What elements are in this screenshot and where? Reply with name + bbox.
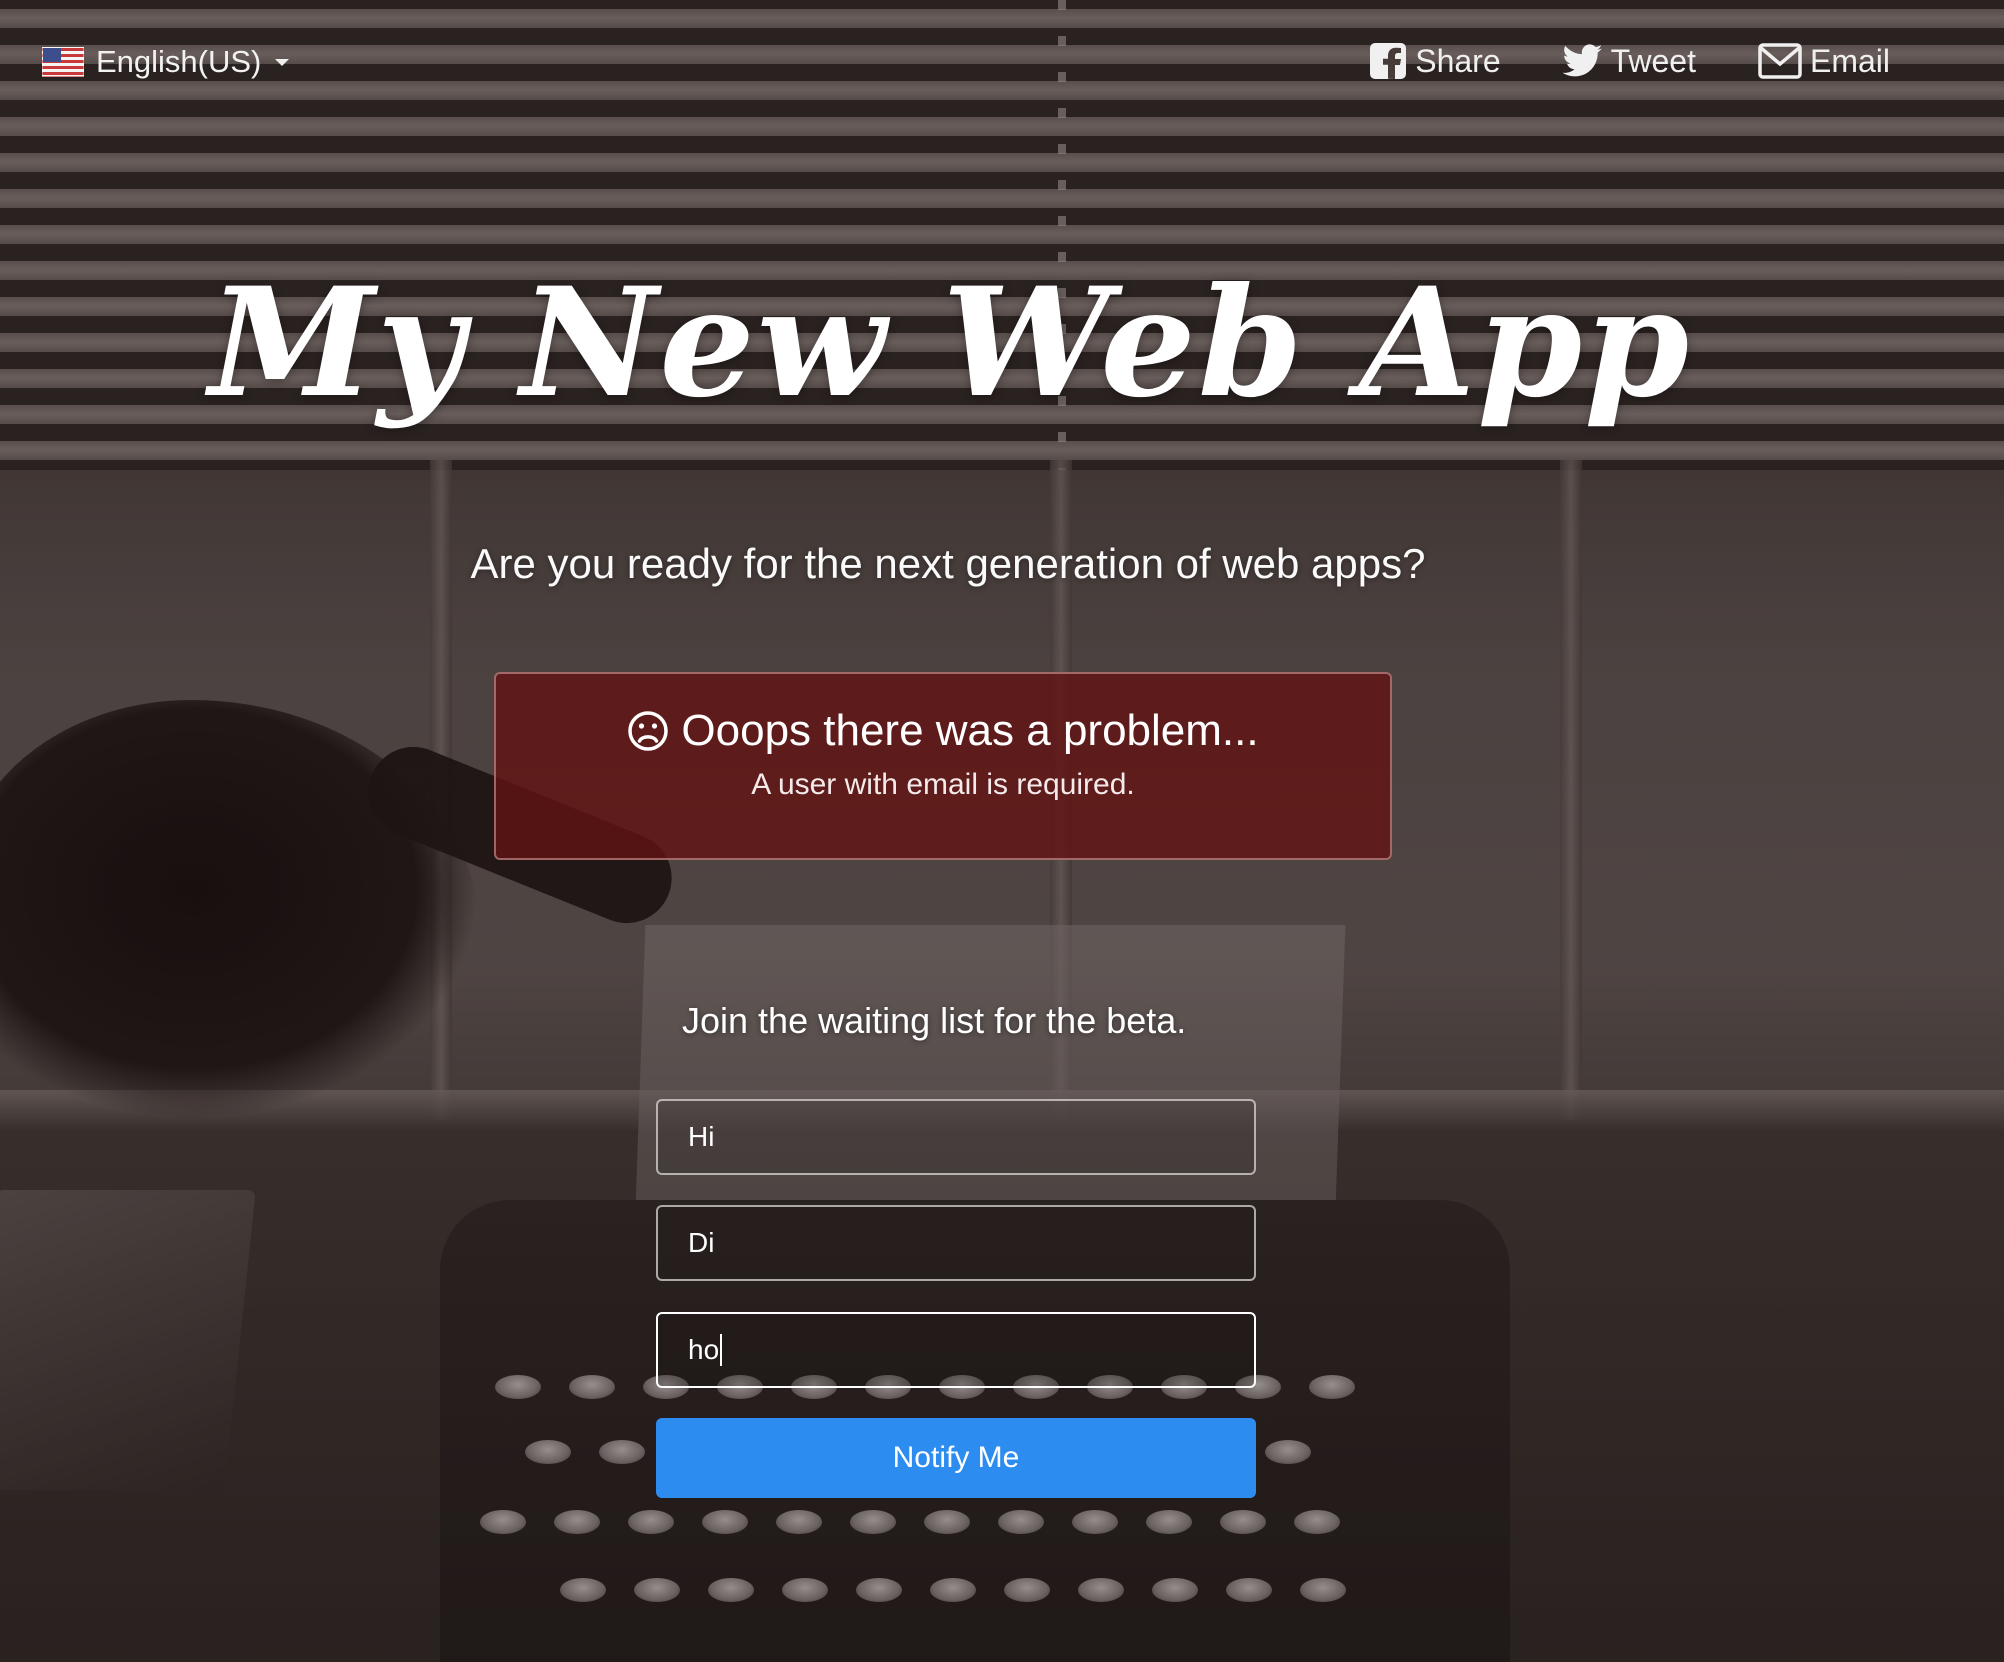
sad-face-icon — [628, 711, 669, 751]
email-label: Email — [1809, 42, 1890, 79]
language-label: English(US) — [96, 44, 262, 79]
notify-me-button[interactable]: Notify Me — [656, 1418, 1256, 1498]
alert-title: Ooops there was a problem... — [681, 706, 1259, 755]
tweet-label: Tweet — [1610, 42, 1696, 79]
twitter-icon — [1562, 44, 1602, 77]
facebook-icon — [1370, 43, 1407, 79]
share-twitter-link[interactable]: Tweet — [1562, 42, 1696, 80]
first-name-input[interactable] — [656, 1099, 1256, 1175]
envelope-icon — [1758, 43, 1802, 79]
share-email-link[interactable]: Email — [1758, 42, 1890, 80]
app-title: My New Web App — [208, 255, 1692, 431]
text-cursor — [720, 1334, 723, 1366]
us-flag-icon — [42, 47, 84, 77]
share-links: Share Tweet Email — [1369, 42, 1890, 80]
tagline: Are you ready for the next generation of… — [470, 540, 1426, 587]
share-label: Share — [1415, 42, 1501, 79]
caret-down-icon — [275, 58, 290, 66]
alert-title-row: Ooops there was a problem... — [496, 706, 1390, 756]
share-facebook-link[interactable]: Share — [1369, 42, 1501, 80]
last-name-input[interactable] — [656, 1205, 1256, 1281]
error-alert: Ooops there was a problem... A user with… — [494, 672, 1392, 860]
email-input-value: ho — [688, 1334, 720, 1365]
language-selector[interactable]: English(US) — [42, 44, 290, 80]
email-input[interactable]: ho — [656, 1312, 1256, 1388]
waitlist-heading: Join the waiting list for the beta. — [682, 1000, 1187, 1041]
alert-message: A user with email is required. — [751, 768, 1135, 801]
